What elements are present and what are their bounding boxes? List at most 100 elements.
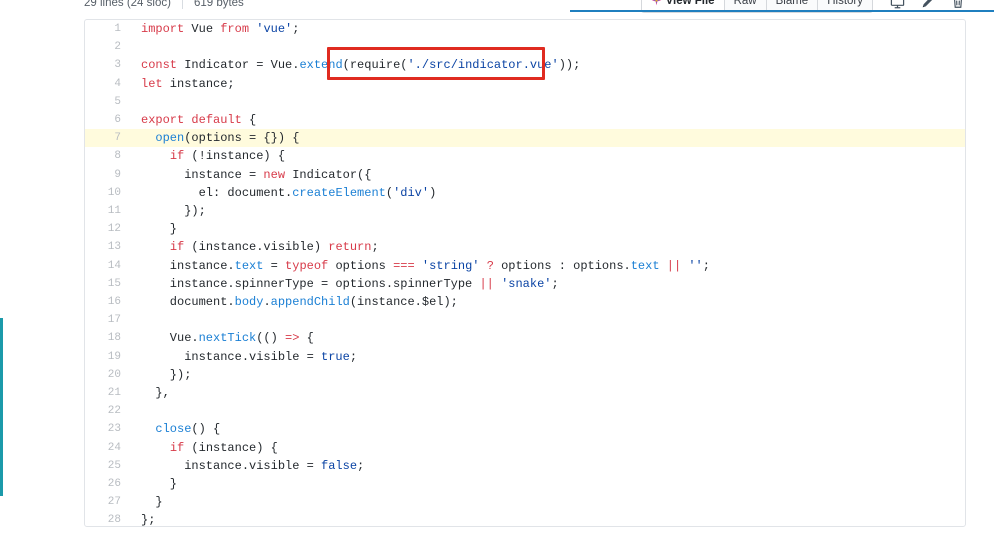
line-number[interactable]: 9 — [85, 166, 130, 184]
code-line-row: 22 — [85, 402, 965, 420]
code-token: ? — [486, 258, 494, 273]
file-byte-size: 619 bytes — [193, 0, 244, 9]
line-number[interactable]: 16 — [85, 293, 130, 311]
view-file-label: View File — [665, 0, 715, 8]
code-token: './src/indicator.vue' — [407, 58, 559, 73]
code-token: }; — [141, 513, 156, 527]
code-token: . — [263, 295, 271, 310]
line-number[interactable]: 21 — [85, 384, 130, 402]
blame-label: Blame — [775, 0, 809, 8]
code-line-content — [130, 311, 965, 329]
code-line-row: 11 }); — [85, 202, 965, 220]
code-line-row: 15 instance.spinnerType = options.spinne… — [85, 275, 965, 293]
code-line-row: 26 } — [85, 475, 965, 493]
code-line-row: 10 el: document.createElement('div') — [85, 184, 965, 202]
code-line-row: 8 if (!instance) { — [85, 147, 965, 165]
line-number[interactable]: 24 — [85, 439, 130, 457]
line-number[interactable]: 2 — [85, 38, 130, 56]
code-viewer[interactable]: 1 import Vue from 'vue'; 2 3 const Indicato… — [84, 19, 966, 527]
code-line-row: 21 }, — [85, 384, 965, 402]
file-meta-bar: 29 lines (24 sloc) 619 bytes — [84, 0, 244, 13]
toolbar-accent-underline — [570, 10, 994, 12]
code-token: }, — [141, 386, 170, 401]
line-number[interactable]: 8 — [85, 147, 130, 165]
code-token: import — [141, 22, 185, 36]
code-token: (() — [256, 331, 286, 346]
code-token: appendChild — [270, 295, 350, 310]
code-line-content: } — [130, 220, 965, 238]
code-token: if — [169, 240, 185, 255]
line-number[interactable]: 18 — [85, 329, 130, 347]
line-number[interactable]: 22 — [85, 402, 130, 420]
code-line-content: }; — [130, 511, 965, 527]
code-line-row: 25 instance.visible = false; — [85, 457, 965, 475]
code-token: instance. — [141, 258, 235, 273]
code-line-content: }); — [130, 202, 965, 220]
code-token: (instance.$el); — [349, 295, 458, 310]
code-line-row: 19 instance.visible = true; — [85, 348, 965, 366]
code-line-content: instance.text = typeof options === 'stri… — [130, 257, 965, 275]
line-number[interactable]: 5 — [85, 93, 130, 111]
code-line-content: }); — [130, 366, 965, 384]
raw-label: Raw — [733, 0, 757, 8]
code-token: => — [285, 331, 300, 346]
code-token: true — [321, 349, 350, 364]
code-token: instance; — [162, 76, 235, 91]
code-token: || — [479, 276, 494, 291]
code-token: from — [220, 22, 250, 36]
line-number[interactable]: 15 — [85, 275, 130, 293]
code-token: '' — [688, 258, 703, 273]
line-number[interactable]: 19 — [85, 348, 130, 366]
colorful-star-icon — [651, 0, 662, 9]
code-line-row: 28}; — [85, 511, 965, 527]
code-line-content — [130, 93, 965, 111]
line-number[interactable]: 27 — [85, 493, 130, 511]
code-line-content: import Vue from 'vue'; — [130, 20, 965, 38]
code-token: options : options. — [493, 258, 631, 273]
line-number[interactable]: 25 — [85, 457, 130, 475]
line-number[interactable]: 11 — [85, 202, 130, 220]
code-token: instance.visible = — [141, 458, 322, 473]
desktop-icon[interactable] — [889, 0, 906, 11]
code-line-content: export default { — [130, 111, 965, 129]
line-number[interactable]: 4 — [85, 75, 130, 93]
pencil-icon[interactable] — [919, 0, 936, 11]
line-number[interactable]: 6 — [85, 111, 130, 129]
code-line-content: instance = new Indicator({ — [130, 166, 965, 184]
code-line-content — [130, 402, 965, 420]
code-token: el: document. — [141, 185, 293, 200]
line-number[interactable]: 17 — [85, 311, 130, 329]
code-token: ; — [292, 22, 300, 36]
code-token: { — [299, 331, 314, 346]
code-token: 'div' — [393, 185, 430, 200]
code-line-row: 7 open(options = {}) { — [85, 129, 965, 148]
code-token: if — [169, 149, 185, 164]
code-token: false — [321, 458, 358, 473]
code-line-content: instance.visible = false; — [130, 457, 965, 475]
code-line-content: } — [130, 493, 965, 511]
line-number[interactable]: 14 — [85, 257, 130, 275]
code-line-content: close() { — [130, 420, 965, 438]
line-number[interactable]: 28 — [85, 511, 130, 526]
code-token: ( — [385, 185, 394, 200]
line-number[interactable]: 12 — [85, 220, 130, 238]
code-token: export — [141, 113, 185, 128]
code-line-content: instance.visible = true; — [130, 348, 965, 366]
code-line-content: open(options = {}) { — [130, 129, 965, 147]
line-number[interactable]: 7 — [85, 129, 130, 147]
line-number[interactable]: 3 — [85, 56, 130, 74]
line-number[interactable]: 1 — [85, 20, 130, 38]
trash-icon[interactable] — [949, 0, 966, 11]
code-token: new — [263, 167, 286, 182]
code-token: 'snake' — [501, 276, 552, 291]
line-number[interactable]: 20 — [85, 366, 130, 384]
line-number[interactable]: 13 — [85, 238, 130, 256]
line-number[interactable]: 10 — [85, 184, 130, 202]
line-number[interactable]: 23 — [85, 420, 130, 438]
line-number[interactable]: 26 — [85, 475, 130, 493]
